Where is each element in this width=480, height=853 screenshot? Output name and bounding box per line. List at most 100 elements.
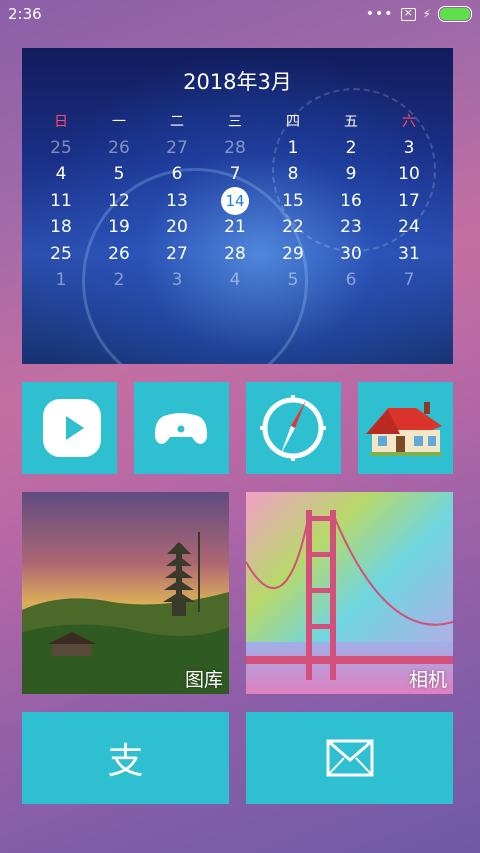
calendar-month-title: 2018年3月 [183,70,292,94]
browser-app-tile[interactable] [246,382,341,474]
battery-icon [438,6,472,22]
more-dots-icon: ••• [365,6,394,22]
calendar-day-number: 25 [50,137,72,158]
calendar-day[interactable]: 29 [264,244,322,264]
calendar-day[interactable]: 27 [148,244,206,264]
calendar-day-number: 23 [340,217,362,238]
calendar-day-number: 24 [398,217,420,238]
game-app-tile[interactable] [134,382,229,474]
house-icon [366,402,442,456]
alipay-glyph: 支 [107,741,144,782]
calendar-day[interactable]: 28 [206,244,264,264]
alipay-tile[interactable]: 支 [22,712,229,804]
gallery-tile[interactable]: 图库 [22,492,229,694]
calendar-day-number: 3 [403,137,415,158]
calendar-day[interactable]: 11 [32,191,90,211]
calendar-day[interactable]: 23 [322,217,380,237]
calendar-day-number: 19 [108,217,130,238]
calendar-day[interactable]: 9 [322,164,380,184]
calendar-day-number: 10 [398,164,420,185]
calendar-day-number: 15 [282,190,304,211]
calendar-day[interactable]: 30 [322,244,380,264]
battery-fill [440,8,470,20]
calendar-day[interactable]: 5 [90,164,148,184]
calendar-day[interactable]: 1 [264,138,322,158]
calendar-day[interactable]: 28 [206,138,264,158]
calendar-day[interactable]: 27 [148,138,206,158]
calendar-day-number: 13 [166,190,188,211]
video-app-tile[interactable] [22,382,117,474]
weekday-label: 六 [402,114,416,131]
calendar-day[interactable]: 26 [90,138,148,158]
calendar-day[interactable]: 31 [380,244,438,264]
calendar-day[interactable]: 4 [206,270,264,290]
calendar-day[interactable]: 6 [322,270,380,290]
calendar-day-number: 6 [171,164,183,185]
calendar-day[interactable]: 25 [32,244,90,264]
weekday-label: 日 [54,114,68,131]
calendar-day-number: 11 [50,190,72,211]
calendar-day-number: 21 [224,217,246,238]
bridge-photo [246,492,453,694]
weekday-header: 日一二三四五六 [32,108,447,135]
calendar-day[interactable]: 16 [322,191,380,211]
calendar-day[interactable]: 2 [90,270,148,290]
calendar-day-today[interactable]: 14 [206,186,264,215]
calendar-day-number: 4 [55,164,67,185]
video-play-icon [43,399,101,457]
weekday-label: 三 [228,114,242,131]
compass-icon [260,395,326,461]
calendar-day[interactable]: 13 [148,191,206,211]
calendar-day-number: 26 [108,243,130,264]
gamepad-icon [154,413,208,444]
calendar-day[interactable]: 2 [322,138,380,158]
calendar-day-number: 20 [166,217,188,238]
calendar-day[interactable]: 10 [380,164,438,184]
calendar-day-number: 9 [345,164,357,185]
weekday-label: 五 [344,114,358,131]
calendar-day-number: 8 [287,164,299,185]
calendar-day[interactable]: 18 [32,217,90,237]
calendar-day[interactable]: 8 [264,164,322,184]
weekday-label: 二 [170,114,184,131]
calendar-day-number: 22 [282,217,304,238]
calendar-day[interactable]: 17 [380,191,438,211]
calendar-day[interactable]: 20 [148,217,206,237]
calendar-day[interactable]: 3 [148,270,206,290]
calendar-day[interactable]: 7 [206,164,264,184]
calendar-day[interactable]: 22 [264,217,322,237]
calendar-day[interactable]: 4 [32,164,90,184]
calendar-day[interactable]: 26 [90,244,148,264]
calendar-week-row: 11 12 13 14 15 16 17 [32,186,447,215]
calendar-day[interactable]: 1 [32,270,90,290]
calendar-day-number: 18 [50,217,72,238]
calendar-day-number: 7 [403,270,415,291]
mail-tile[interactable] [246,712,453,804]
calendar-day[interactable]: 7 [380,270,438,290]
home-app-tile[interactable] [358,382,453,474]
calendar-widget[interactable]: 2018年3月 日一二三四五六 25 26 27 28 1 2 3 4 5 6 7 8 9 10 11 12 13… [22,48,453,364]
calendar-day-number: 4 [229,270,241,291]
calendar-grid: 日一二三四五六 25 26 27 28 1 2 3 4 5 6 7 8 9 10 11 12 13 14 15 16 17… [32,108,447,294]
calendar-day[interactable]: 6 [148,164,206,184]
calendar-day-number: 14 [221,186,249,215]
calendar-day-number: 12 [108,190,130,211]
calendar-day[interactable]: 19 [90,217,148,237]
calendar-day-number: 29 [282,243,304,264]
calendar-day[interactable]: 5 [264,270,322,290]
calendar-day[interactable]: 24 [380,217,438,237]
weekday-label: 四 [286,114,300,131]
calendar-day-number: 28 [224,243,246,264]
camera-tile[interactable]: 相机 [246,492,453,694]
calendar-day[interactable]: 15 [264,191,322,211]
calendar-day[interactable]: 25 [32,138,90,158]
charging-bolt-icon: ⚡ [422,7,431,21]
calendar-day-number: 6 [345,270,357,291]
calendar-day[interactable]: 21 [206,217,264,237]
calendar-day-number: 1 [55,270,67,291]
calendar-day[interactable]: 12 [90,191,148,211]
calendar-week-row: 1 2 3 4 5 6 7 [32,267,447,294]
envelope-icon [326,739,374,777]
calendar-day[interactable]: 3 [380,138,438,158]
calendar-day-number: 27 [166,243,188,264]
